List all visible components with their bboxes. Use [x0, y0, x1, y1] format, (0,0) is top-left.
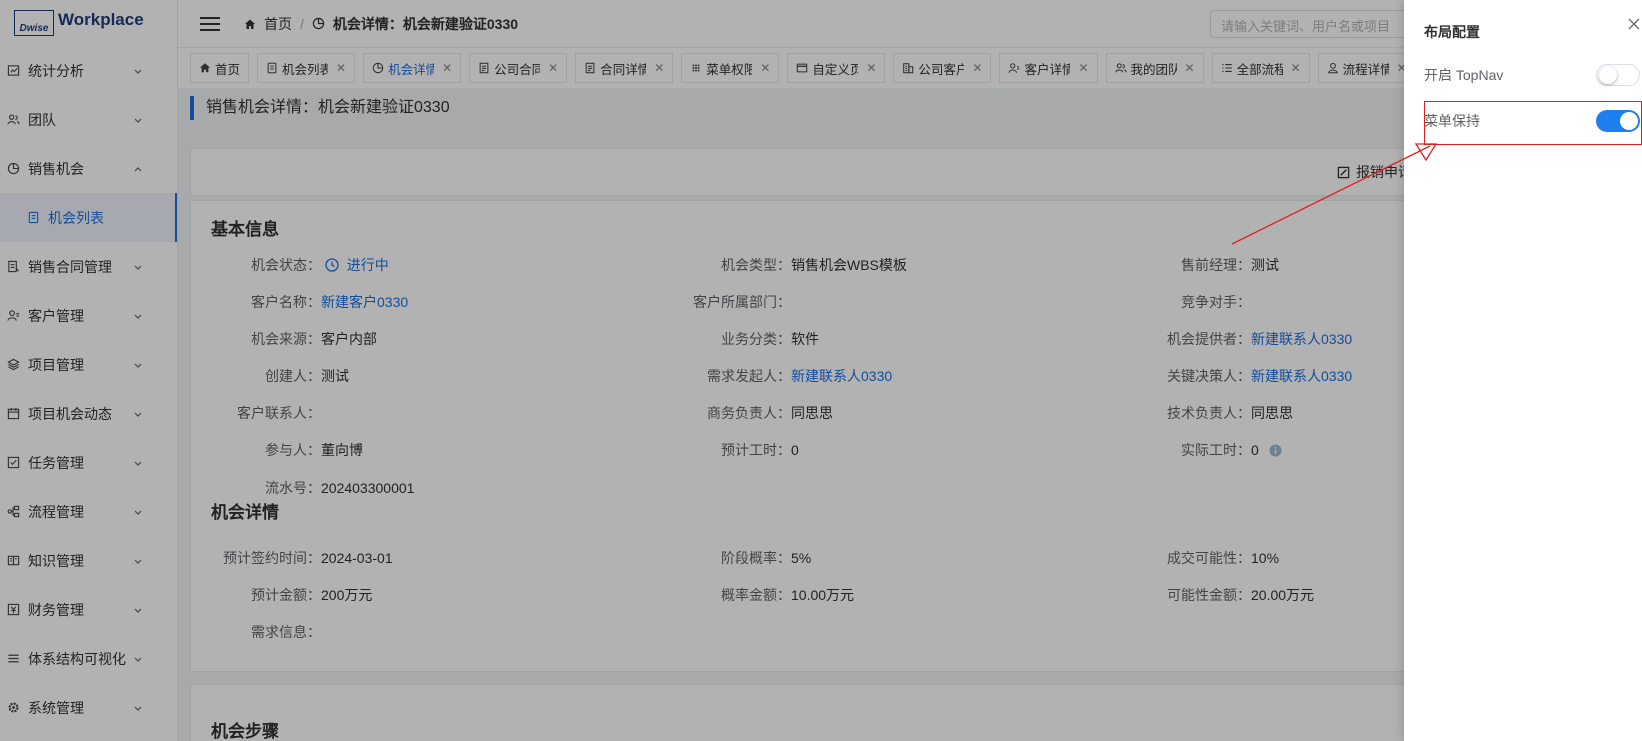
topnav-label: 开启 TopNav [1424, 67, 1504, 83]
drawer-title: 布局配置 [1424, 24, 1480, 40]
annotation-highlight-box [1424, 101, 1642, 145]
close-icon[interactable] [1626, 16, 1642, 32]
topnav-switch[interactable] [1596, 64, 1640, 86]
modal-overlay[interactable] [0, 0, 1642, 741]
annotation-arrow [1231, 143, 1438, 245]
